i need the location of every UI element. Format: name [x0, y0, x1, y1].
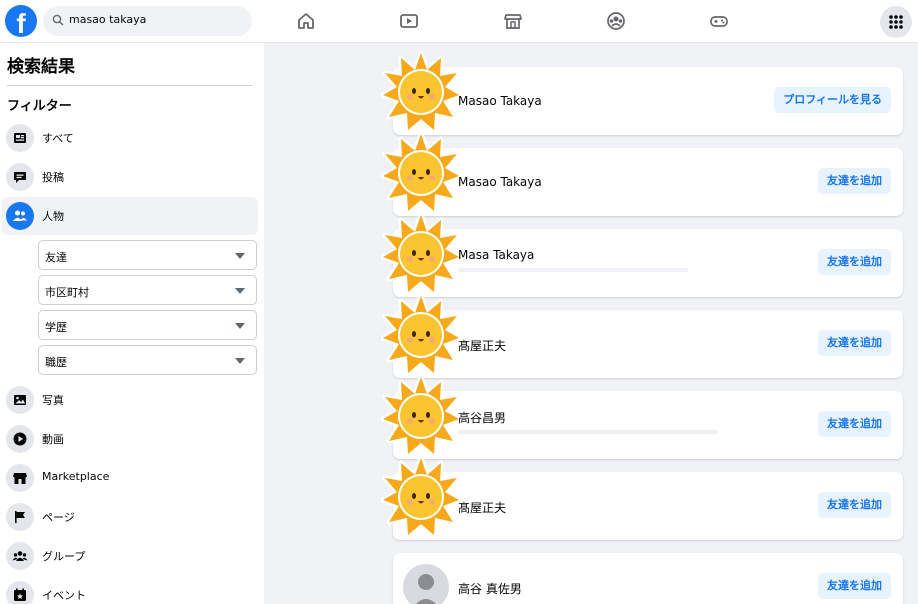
add-friend-button[interactable]: 友達を追加 — [818, 492, 891, 518]
search-value: masao takaya — [69, 13, 147, 26]
marketplace-icon — [6, 464, 34, 492]
sun-sticker-icon — [381, 375, 461, 455]
sidebar-item-people[interactable]: 人物 — [2, 197, 258, 235]
add-friend-button[interactable]: 友達を追加 — [818, 249, 891, 275]
result-name[interactable]: Masao Takaya — [458, 94, 542, 108]
events-icon — [6, 581, 34, 604]
redacted-subtitle — [458, 268, 688, 272]
groups-icon[interactable] — [605, 10, 627, 32]
result-name[interactable]: Masao Takaya — [458, 175, 542, 189]
sidebar-item-marketplace[interactable]: Marketplace — [2, 459, 258, 497]
result-name[interactable]: 高谷 真佐男 — [458, 580, 522, 597]
result-name[interactable]: 高谷昌男 — [458, 409, 506, 426]
work-filter-dropdown[interactable]: 職歴 — [38, 345, 257, 375]
pages-icon — [6, 503, 34, 531]
city-filter-dropdown[interactable]: 市区町村 — [38, 275, 257, 305]
dropdown-label: 市区町村 — [45, 286, 89, 299]
sidebar-item-posts[interactable]: 投稿 — [2, 158, 258, 196]
divider — [7, 85, 252, 86]
sun-sticker-icon — [381, 294, 461, 374]
view-profile-button[interactable]: プロフィールを見る — [774, 87, 891, 113]
facebook-logo-icon[interactable]: f — [5, 5, 37, 37]
sidebar-item-label: すべて — [42, 132, 74, 145]
redacted-subtitle — [458, 430, 718, 434]
top-navigation-bar: f masao takaya — [0, 0, 918, 43]
sidebar-item-all[interactable]: すべて — [2, 119, 258, 157]
result-card[interactable]: 髙屋正夫 友達を追加 — [393, 310, 903, 378]
education-filter-dropdown[interactable]: 学歴 — [38, 310, 257, 340]
caret-down-icon — [235, 358, 245, 364]
search-input[interactable]: masao takaya — [43, 6, 252, 36]
sidebar-item-label: イベント — [42, 589, 86, 602]
result-name[interactable]: 髙屋正夫 — [458, 337, 506, 354]
sidebar-item-events[interactable]: イベント — [2, 576, 258, 604]
caret-down-icon — [235, 323, 245, 329]
marketplace-icon[interactable] — [502, 10, 524, 32]
add-friend-button[interactable]: 友達を追加 — [818, 168, 891, 194]
dropdown-label: 友達 — [45, 251, 67, 264]
result-card[interactable]: Masa Takaya 友達を追加 — [393, 229, 903, 297]
dropdown-label: 学歴 — [45, 321, 67, 334]
result-card[interactable]: 髙屋正夫 友達を追加 — [393, 472, 903, 540]
sidebar-item-label: 写真 — [42, 394, 64, 407]
sidebar-item-label: 人物 — [42, 210, 64, 223]
search-icon — [52, 14, 64, 26]
sidebar-item-label: 動画 — [42, 433, 64, 446]
caret-down-icon — [235, 288, 245, 294]
home-icon[interactable] — [295, 10, 317, 32]
video-icon — [6, 425, 34, 453]
sidebar-item-photos[interactable]: 写真 — [2, 381, 258, 419]
sidebar-item-videos[interactable]: 動画 — [2, 420, 258, 458]
sun-sticker-icon — [381, 456, 461, 536]
search-sidebar: 検索結果 フィルター すべて 投稿 人物 友達 市区町村 学歴 職歴 写真 動画… — [0, 43, 264, 604]
all-results-icon — [6, 124, 34, 152]
result-card[interactable]: 高谷昌男 友達を追加 — [393, 391, 903, 459]
sun-sticker-icon — [381, 51, 461, 131]
sidebar-item-label: ページ — [42, 511, 75, 524]
menu-button[interactable] — [880, 6, 912, 38]
result-name[interactable]: Masa Takaya — [458, 248, 534, 262]
dropdown-label: 職歴 — [45, 356, 67, 369]
sidebar-item-label: 投稿 — [42, 171, 64, 184]
sidebar-item-label: Marketplace — [42, 470, 110, 483]
sidebar-item-groups[interactable]: グループ — [2, 537, 258, 575]
sun-sticker-icon — [381, 213, 461, 293]
result-card[interactable]: Masao Takaya 友達を追加 — [393, 148, 903, 216]
filter-heading: フィルター — [7, 99, 72, 114]
result-card[interactable]: Masao Takaya プロフィールを見る — [393, 67, 903, 135]
friends-filter-dropdown[interactable]: 友達 — [38, 240, 257, 270]
add-friend-button[interactable]: 友達を追加 — [818, 573, 891, 599]
result-name[interactable]: 髙屋正夫 — [458, 499, 506, 516]
result-card[interactable]: 高谷 真佐男 友達を追加 — [393, 553, 903, 604]
groups-icon — [6, 542, 34, 570]
sidebar-item-pages[interactable]: ページ — [2, 498, 258, 536]
add-friend-button[interactable]: 友達を追加 — [818, 330, 891, 356]
grid-menu-icon — [889, 15, 903, 29]
page-title: 検索結果 — [7, 57, 75, 77]
sidebar-item-label: グループ — [42, 550, 86, 563]
watch-icon[interactable] — [398, 10, 420, 32]
default-avatar-icon[interactable] — [403, 564, 449, 604]
gaming-icon[interactable] — [708, 10, 730, 32]
photos-icon — [6, 386, 34, 414]
posts-icon — [6, 163, 34, 191]
caret-down-icon — [235, 253, 245, 259]
sun-sticker-icon — [381, 132, 461, 212]
people-icon — [6, 202, 34, 230]
add-friend-button[interactable]: 友達を追加 — [818, 411, 891, 437]
